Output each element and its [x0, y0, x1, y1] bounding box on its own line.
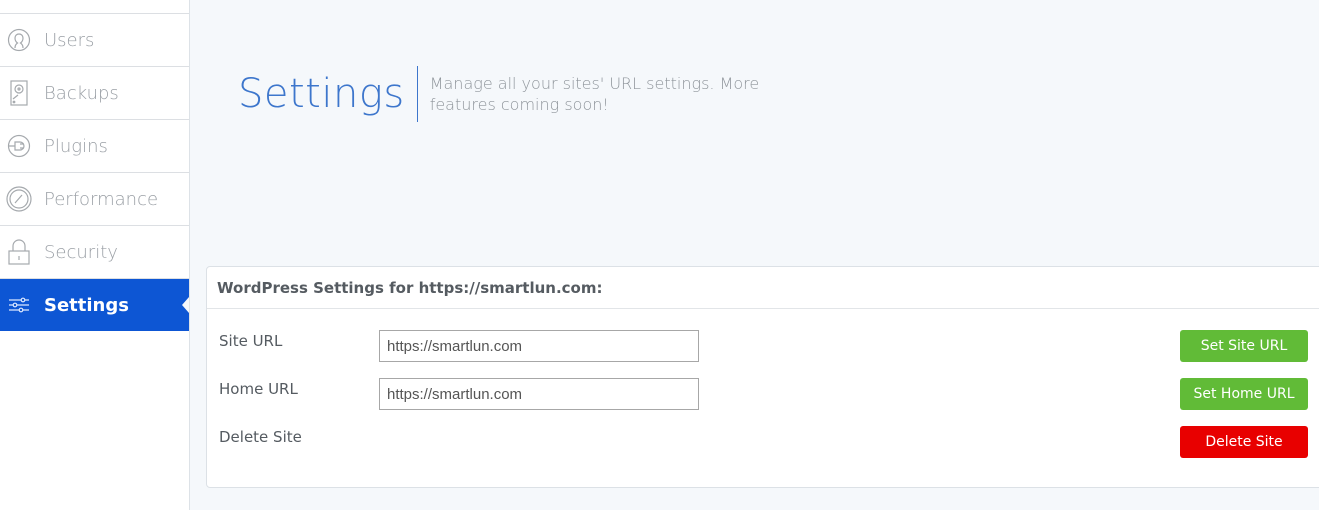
delete-site-button[interactable]: Delete Site: [1180, 426, 1308, 458]
sidebar-item-label: Plugins: [44, 135, 108, 157]
sidebar-item-settings[interactable]: Settings: [0, 279, 189, 331]
sidebar-top-divider: [0, 0, 189, 14]
sidebar-item-label: Performance: [44, 188, 159, 210]
sidebar: Users Backups Plugins Performance Securi…: [0, 0, 190, 510]
lock-icon: [6, 239, 32, 265]
hard-drive-icon: [6, 80, 32, 106]
sidebar-item-label: Security: [44, 241, 118, 263]
sidebar-item-security[interactable]: Security: [0, 226, 189, 279]
page-title: Settings: [238, 71, 405, 117]
sidebar-item-label: Settings: [44, 294, 129, 316]
page-subtitle: Manage all your sites' URL settings. Mor…: [429, 74, 760, 114]
delete-site-label: Delete Site: [219, 428, 302, 446]
set-site-url-button[interactable]: Set Site URL: [1180, 330, 1308, 362]
gauge-icon: [6, 186, 32, 212]
sidebar-item-backups[interactable]: Backups: [0, 67, 189, 120]
sidebar-item-label: Backups: [44, 82, 119, 104]
home-url-label: Home URL: [219, 380, 298, 398]
plug-icon: [6, 133, 32, 159]
sidebar-item-label: Users: [44, 29, 95, 51]
sliders-icon: [6, 292, 32, 318]
set-home-url-button[interactable]: Set Home URL: [1180, 378, 1308, 410]
user-icon: [6, 27, 32, 53]
site-url-label: Site URL: [219, 332, 283, 350]
site-url-input[interactable]: [379, 330, 699, 362]
header-divider: [416, 66, 418, 122]
home-url-input[interactable]: [379, 378, 699, 410]
sidebar-item-performance[interactable]: Performance: [0, 173, 189, 226]
page-header: Settings Manage all your sites' URL sett…: [238, 66, 810, 122]
panel-title: WordPress Settings for https://smartlun.…: [207, 267, 1319, 309]
sidebar-item-users[interactable]: Users: [0, 14, 189, 67]
sidebar-item-plugins[interactable]: Plugins: [0, 120, 189, 173]
wordpress-settings-panel: WordPress Settings for https://smartlun.…: [206, 266, 1319, 488]
